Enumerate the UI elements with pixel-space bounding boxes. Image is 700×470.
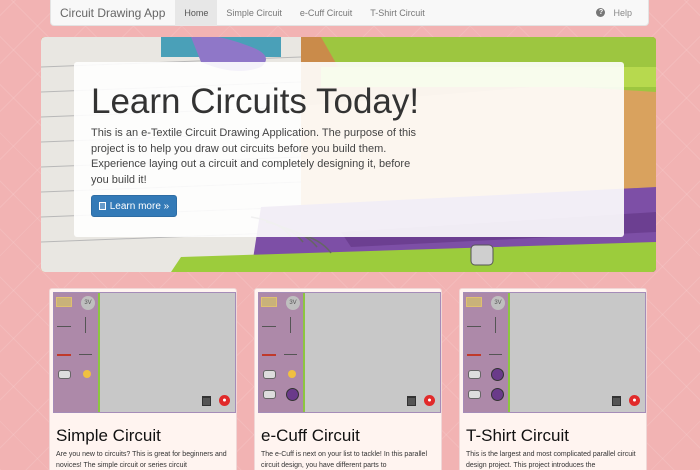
hero-jumbotron: Learn Circuits Today! This is an e-Texti… — [41, 37, 656, 272]
navbar: Circuit Drawing App Home Simple Circuit … — [50, 0, 649, 26]
thread-vertical-icon — [85, 317, 86, 333]
power-icon[interactable]: ● — [424, 395, 435, 406]
trash-icon[interactable] — [407, 396, 416, 406]
lilypad-icon — [58, 370, 71, 379]
switch-icon — [284, 354, 297, 355]
card-description: The e-Cuff is next on your list to tackl… — [261, 451, 428, 469]
circuit-preview[interactable]: 3V ● — [53, 292, 236, 413]
thread-icon — [467, 326, 481, 327]
resistor-icon — [57, 354, 71, 356]
trash-icon[interactable] — [202, 396, 211, 406]
lilypad-small-icon — [468, 390, 481, 399]
learn-more-label: Learn more » — [109, 200, 170, 212]
sensor-icon — [491, 368, 504, 381]
book-icon — [98, 202, 106, 210]
led-icon — [83, 370, 91, 378]
card-title: Simple Circuit — [56, 426, 161, 445]
circuit-preview[interactable]: 3V ● — [258, 292, 441, 413]
learn-more-button[interactable]: Learn more » — [91, 195, 177, 217]
card-description: Are you new to circuits? This is great f… — [56, 451, 227, 469]
circuit-preview[interactable]: 3V ● — [463, 292, 646, 413]
nav-help-link[interactable]: ? Help — [596, 8, 648, 18]
thread-vertical-icon — [290, 317, 291, 333]
nav-simple-circuit[interactable]: Simple Circuit — [217, 0, 291, 26]
battery-icon: 3V — [286, 296, 300, 310]
nav-ecuff-circuit[interactable]: e-Cuff Circuit — [291, 0, 361, 26]
thread-icon — [262, 326, 276, 327]
component-palette: 3V — [464, 293, 510, 412]
resistor-icon — [262, 354, 276, 356]
component-palette: 3V — [259, 293, 305, 412]
led-icon — [288, 370, 296, 378]
switch-icon — [489, 354, 502, 355]
lilypad-icon — [468, 370, 481, 379]
card-ecuff-circuit: 3V ● e-Cuff Circuit The e-Cuff is next o… — [254, 288, 442, 470]
nav-home[interactable]: Home — [175, 0, 218, 26]
power-icon[interactable]: ● — [219, 395, 230, 406]
card-tshirt-circuit: 3V ● T-Shirt Circuit This is the largest… — [459, 288, 647, 470]
battery-holder-icon — [56, 297, 72, 307]
card-description: This is the largest and most complicated… — [466, 451, 636, 469]
hero-description: This is an e-Textile Circuit Drawing App… — [91, 127, 417, 186]
card-simple-circuit: 3V ● Simple Circuit Are you new to circu… — [49, 288, 237, 470]
thread-icon — [57, 326, 71, 327]
card-title: T-Shirt Circuit — [466, 426, 569, 445]
battery-holder-icon — [261, 297, 277, 307]
help-label: Help — [613, 7, 632, 18]
question-circle-icon: ? — [596, 8, 606, 17]
brand-link[interactable]: Circuit Drawing App — [51, 0, 175, 26]
component-palette: 3V — [54, 293, 100, 412]
buzzer-icon — [491, 388, 504, 401]
sensor-icon — [286, 388, 299, 401]
resistor-icon — [467, 354, 481, 356]
thread-vertical-icon — [495, 317, 496, 333]
hero-title: Learn Circuits Today! — [91, 82, 420, 121]
card-title: e-Cuff Circuit — [261, 426, 360, 445]
nav-tshirt-circuit[interactable]: T-Shirt Circuit — [361, 0, 434, 26]
battery-icon: 3V — [491, 296, 505, 310]
battery-icon: 3V — [81, 296, 95, 310]
lilypad-small-icon — [263, 390, 276, 399]
power-icon[interactable]: ● — [629, 395, 640, 406]
lilypad-icon — [263, 370, 276, 379]
switch-icon — [79, 354, 92, 355]
battery-holder-icon — [466, 297, 482, 307]
trash-icon[interactable] — [612, 396, 621, 406]
hero-card: Learn Circuits Today! This is an e-Texti… — [74, 62, 624, 237]
